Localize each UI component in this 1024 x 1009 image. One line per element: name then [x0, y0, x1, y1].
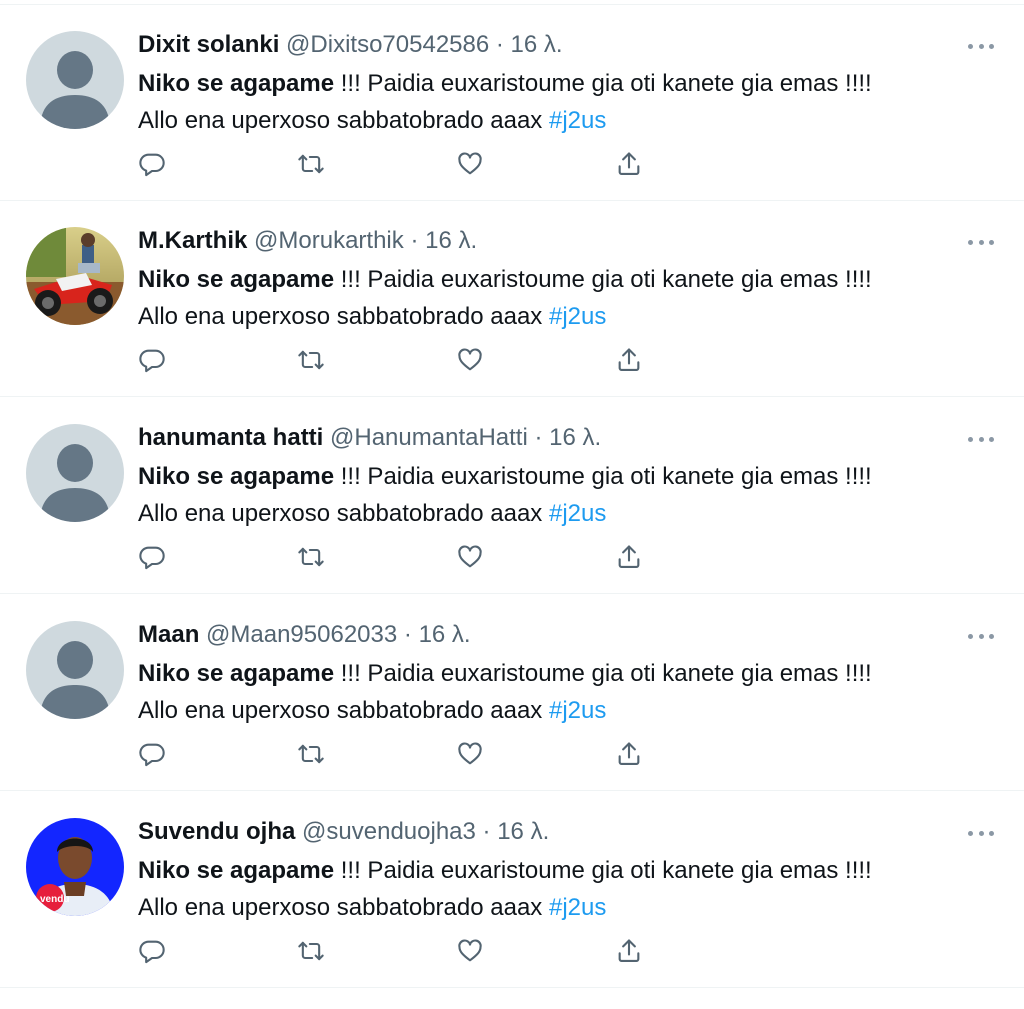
tweet-text: Niko se agapame !!! Paidia euxaristoume …: [138, 458, 998, 532]
separator-dot: ·: [403, 621, 412, 648]
tweet-text: Niko se agapame !!! Paidia euxaristoume …: [138, 655, 998, 729]
reply-icon[interactable]: [138, 150, 168, 180]
tweet[interactable]: hanumanta hatti @HanumantaHatti · 16 λ. N…: [0, 398, 1024, 594]
user-handle[interactable]: @Morukarthik: [254, 227, 404, 254]
display-name[interactable]: hanumanta hatti: [138, 424, 323, 451]
timeline: Dixit solanki @Dixitso70542586 · 16 λ. Ni…: [0, 0, 1024, 1009]
avatar[interactable]: [26, 227, 124, 325]
user-handle[interactable]: @Maan95062033: [206, 621, 397, 648]
tweet-actions: [138, 937, 658, 967]
timestamp[interactable]: 16 λ.: [419, 621, 471, 648]
tweet-text-rest: !!! Paidia euxaristoume gia oti kanete g…: [334, 857, 872, 884]
retweet-icon[interactable]: [297, 346, 327, 376]
separator-dot: ·: [410, 227, 419, 254]
more-icon[interactable]: [968, 426, 994, 452]
display-name[interactable]: Suvendu ojha: [138, 818, 295, 845]
tweet-header: hanumanta hatti @HanumantaHatti · 16 λ.: [138, 422, 601, 454]
tweet-text-rest: !!! Paidia euxaristoume gia oti kanete g…: [334, 70, 872, 97]
reply-icon[interactable]: [138, 937, 168, 967]
tweet-header: Suvendu ojha @suvenduojha3 · 16 λ.: [138, 816, 549, 848]
tweet-actions: [138, 150, 658, 180]
user-handle[interactable]: @suvenduojha3: [302, 818, 476, 845]
tweet-text-bold: Niko se agapame: [138, 857, 335, 884]
tweet[interactable]: Maan @Maan95062033 · 16 λ. Niko se agapam…: [0, 595, 1024, 791]
retweet-icon[interactable]: [297, 543, 327, 573]
user-handle[interactable]: @Dixitso70542586: [286, 31, 489, 58]
tweet-actions: [138, 346, 658, 376]
tweet-text-line2: Allo ena uperxoso sabbatobrado aaax: [138, 107, 549, 134]
user-handle[interactable]: @HanumantaHatti: [330, 424, 528, 451]
more-icon[interactable]: [968, 229, 994, 255]
share-icon[interactable]: [615, 346, 645, 376]
separator-dot: ·: [495, 31, 504, 58]
timestamp[interactable]: 16 λ.: [497, 818, 549, 845]
hashtag-link[interactable]: #j2us: [549, 500, 606, 527]
tweet-text-bold: Niko se agapame: [138, 660, 335, 687]
share-icon[interactable]: [615, 937, 645, 967]
like-icon[interactable]: [456, 543, 486, 573]
display-name[interactable]: M.Karthik: [138, 227, 247, 254]
timestamp[interactable]: 16 λ.: [425, 227, 477, 254]
tweet[interactable]: M.Karthik @Morukarthik · 16 λ. Niko se ag…: [0, 201, 1024, 397]
avatar[interactable]: [26, 31, 124, 129]
hashtag-link[interactable]: #j2us: [549, 303, 606, 330]
more-icon[interactable]: [968, 820, 994, 846]
more-icon[interactable]: [968, 33, 994, 59]
retweet-icon[interactable]: [297, 740, 327, 770]
tweet[interactable]: vendu Suvendu ojha @suvenduojha3 · 16 λ. N…: [0, 792, 1024, 988]
avatar[interactable]: vendu: [26, 818, 124, 916]
tweet-text: Niko se agapame !!! Paidia euxaristoume …: [138, 852, 998, 926]
avatar[interactable]: [26, 424, 124, 522]
tweet-text-bold: Niko se agapame: [138, 70, 335, 97]
retweet-icon[interactable]: [297, 937, 327, 967]
reply-icon[interactable]: [138, 346, 168, 376]
tweet-text-line2: Allo ena uperxoso sabbatobrado aaax: [138, 697, 549, 724]
tweet-header: Maan @Maan95062033 · 16 λ.: [138, 619, 471, 651]
share-icon[interactable]: [615, 543, 645, 573]
like-icon[interactable]: [456, 937, 486, 967]
share-icon[interactable]: [615, 740, 645, 770]
tweet-text-line2: Allo ena uperxoso sabbatobrado aaax: [138, 500, 549, 527]
tweet-text-rest: !!! Paidia euxaristoume gia oti kanete g…: [334, 463, 872, 490]
separator-dot: ·: [482, 818, 491, 845]
tweet-text-line2: Allo ena uperxoso sabbatobrado aaax: [138, 303, 549, 330]
tweet-header: Dixit solanki @Dixitso70542586 · 16 λ.: [138, 29, 563, 61]
tweet-text-bold: Niko se agapame: [138, 463, 335, 490]
tweet-header: M.Karthik @Morukarthik · 16 λ.: [138, 225, 477, 257]
tweet-actions: [138, 543, 658, 573]
hashtag-link[interactable]: #j2us: [549, 697, 606, 724]
avatar[interactable]: [26, 621, 124, 719]
like-icon[interactable]: [456, 346, 486, 376]
more-icon[interactable]: [968, 623, 994, 649]
tweet-text: Niko se agapame !!! Paidia euxaristoume …: [138, 65, 998, 139]
hashtag-link[interactable]: #j2us: [549, 894, 606, 921]
tweet-text-bold: Niko se agapame: [138, 266, 335, 293]
avatar-text: vendu: [40, 894, 69, 905]
timestamp[interactable]: 16 λ.: [511, 31, 563, 58]
like-icon[interactable]: [456, 150, 486, 180]
reply-icon[interactable]: [138, 740, 168, 770]
display-name[interactable]: Maan: [138, 621, 199, 648]
tweet[interactable]: Dixit solanki @Dixitso70542586 · 16 λ. Ni…: [0, 5, 1024, 201]
separator-dot: ·: [534, 424, 543, 451]
tweet-text-line2: Allo ena uperxoso sabbatobrado aaax: [138, 894, 549, 921]
hashtag-link[interactable]: #j2us: [549, 107, 606, 134]
retweet-icon[interactable]: [297, 150, 327, 180]
timestamp[interactable]: 16 λ.: [549, 424, 601, 451]
display-name[interactable]: Dixit solanki: [138, 31, 279, 58]
tweet-text-rest: !!! Paidia euxaristoume gia oti kanete g…: [334, 266, 872, 293]
share-icon[interactable]: [615, 150, 645, 180]
tweet-text-rest: !!! Paidia euxaristoume gia oti kanete g…: [334, 660, 872, 687]
reply-icon[interactable]: [138, 543, 168, 573]
tweet-text: Niko se agapame !!! Paidia euxaristoume …: [138, 261, 998, 335]
like-icon[interactable]: [456, 740, 486, 770]
tweet-actions: [138, 740, 658, 770]
